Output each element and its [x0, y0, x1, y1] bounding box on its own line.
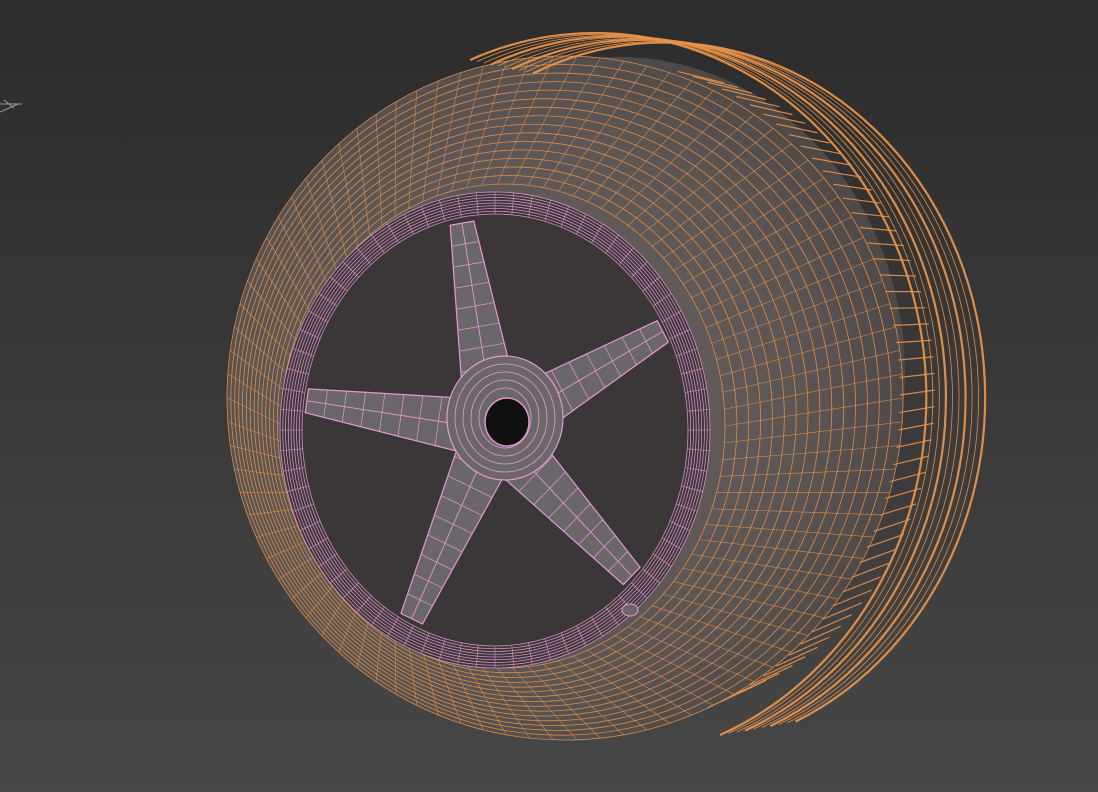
axis-gizmo-icon	[0, 99, 22, 113]
valve-stem[interactable]	[621, 603, 639, 617]
rim-mesh[interactable]	[279, 191, 711, 669]
viewport-canvas[interactable]	[0, 0, 1098, 792]
hub-cap[interactable]	[446, 355, 564, 481]
3d-viewport[interactable]	[0, 0, 1098, 792]
